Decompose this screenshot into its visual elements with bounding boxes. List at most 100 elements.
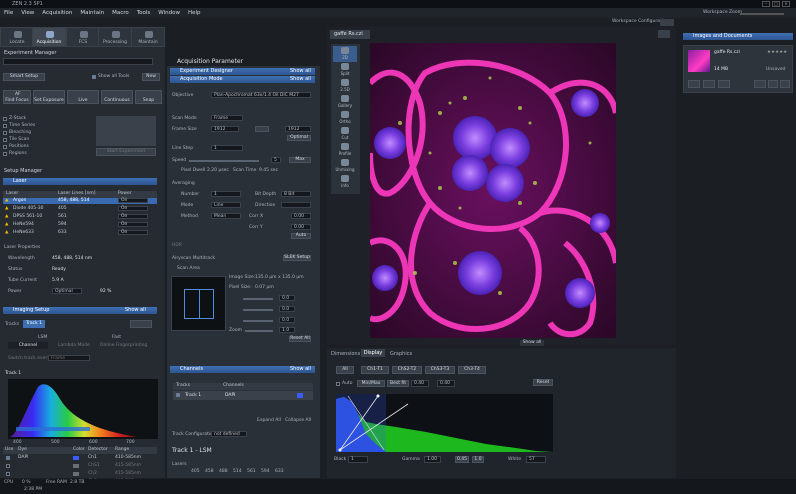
view-cut[interactable]: Cut bbox=[333, 126, 357, 142]
rating-stars[interactable]: ★★★★★ bbox=[767, 50, 787, 55]
dye-row[interactable]: ChS1 415-585nm bbox=[3, 463, 157, 469]
power-select[interactable]: Optimal bbox=[52, 288, 82, 294]
z-stack-checkbox[interactable] bbox=[3, 117, 7, 121]
maximize-button[interactable]: □ bbox=[772, 1, 780, 7]
fast-mode[interactable]: Fast bbox=[112, 335, 121, 340]
expand-all-button[interactable]: Expand All bbox=[257, 418, 281, 423]
document-thumbnail[interactable] bbox=[688, 50, 710, 72]
track-config-select[interactable]: not defined bbox=[211, 431, 247, 437]
table-row[interactable]: ▲ HeNe594 594 On bbox=[3, 222, 157, 228]
gamma-1-button[interactable]: 1.0 bbox=[472, 456, 484, 463]
grid-view-icon[interactable] bbox=[754, 80, 766, 88]
detector-range-bar[interactable] bbox=[16, 427, 90, 431]
zoom-slider[interactable] bbox=[245, 330, 273, 332]
view-2d[interactable]: 2D bbox=[333, 46, 357, 62]
tab-locate[interactable]: Locate bbox=[0, 27, 34, 47]
document-card[interactable]: gaffe Rs.czi ★★★★★ 14 MB Unsaved bbox=[683, 45, 793, 93]
offset-x-slider[interactable] bbox=[243, 298, 273, 300]
save-icon[interactable] bbox=[688, 80, 700, 88]
channel-tab-ch3[interactable]: Ch3-T4 bbox=[458, 366, 486, 374]
averaging-method-select[interactable]: Mean bbox=[211, 213, 241, 219]
dye-row[interactable]: DAPI Ch1 410-585nm bbox=[3, 455, 157, 461]
image-document-tab[interactable]: gaffe Rs.czi bbox=[330, 30, 370, 39]
menu-icon[interactable] bbox=[780, 80, 790, 88]
close-button[interactable]: × bbox=[782, 1, 790, 7]
frame-height-input[interactable]: 1912 bbox=[285, 126, 311, 132]
live-button[interactable]: Live bbox=[67, 90, 99, 104]
sort-icon[interactable] bbox=[768, 80, 778, 88]
view-profile[interactable]: Profile bbox=[333, 142, 357, 158]
scan-area-preview[interactable] bbox=[171, 276, 226, 331]
table-row[interactable]: ▲ DPSS 561-10 561 On bbox=[3, 214, 157, 220]
direction-select[interactable] bbox=[281, 202, 311, 208]
gamma-045-button[interactable]: 0.45 bbox=[455, 456, 469, 463]
show-all-tools-checkbox[interactable] bbox=[92, 75, 96, 79]
channel-tab-chs2[interactable]: ChS2-T2 bbox=[392, 366, 422, 374]
view-split[interactable]: Split bbox=[333, 62, 357, 78]
menu-window[interactable]: Window bbox=[154, 8, 184, 18]
best-fit-low-input[interactable]: 0.40 bbox=[411, 380, 429, 387]
menu-macro[interactable]: Macro bbox=[108, 8, 133, 18]
speed-input[interactable]: 5 bbox=[271, 157, 281, 163]
tab-fcs[interactable]: FCS bbox=[66, 27, 100, 47]
channel-tab-all[interactable]: All bbox=[336, 366, 354, 374]
acquisition-mode-header[interactable]: Acquisition Mode Show all bbox=[170, 76, 315, 83]
time-series-checkbox[interactable] bbox=[3, 124, 7, 128]
averaging-mode-select[interactable]: Line bbox=[211, 202, 241, 208]
open-icon[interactable] bbox=[718, 80, 730, 88]
start-experiment-button[interactable]: Start Experiment bbox=[96, 148, 156, 156]
best-fit-high-input[interactable]: 0.40 bbox=[437, 380, 455, 387]
speed-slider[interactable] bbox=[189, 160, 259, 162]
menu-view[interactable]: View bbox=[17, 8, 38, 18]
table-row[interactable]: ▲ Argon 458, 488, 514 On bbox=[3, 198, 157, 204]
regions-checkbox[interactable] bbox=[3, 152, 7, 156]
reset-all-button[interactable]: Reset All bbox=[289, 336, 311, 342]
objective-select[interactable]: Plan-Apochromat 63x/1.4 Oil DIC M27 bbox=[211, 92, 311, 98]
find-focus-button[interactable]: AF Find Focus bbox=[3, 90, 31, 104]
scan-mode-select[interactable]: Frame bbox=[211, 115, 243, 121]
online-fingerprinting-tab[interactable]: Online Fingerprinting bbox=[100, 343, 147, 348]
channel-track-row[interactable]: Track 1 DAPI bbox=[173, 391, 313, 400]
tab-processing[interactable]: Processing bbox=[98, 27, 132, 47]
switch-track-select[interactable]: Frame bbox=[48, 355, 90, 361]
laser-line-488[interactable]: 488 bbox=[219, 469, 228, 474]
airyscan-setup-button[interactable]: SLEK Setup bbox=[283, 255, 311, 261]
best-fit-button[interactable]: Best fit bbox=[387, 380, 409, 387]
dye-row[interactable]: Ch2 415-585nm bbox=[3, 471, 157, 477]
tile-scan-checkbox[interactable] bbox=[3, 138, 7, 142]
snap-button[interactable]: Snap bbox=[135, 90, 162, 104]
corr-x-input[interactable]: 0.00 bbox=[291, 213, 311, 219]
tab-acquisition[interactable]: Acquisition bbox=[32, 27, 66, 47]
channel-tab-chs3[interactable]: ChS3-T3 bbox=[425, 366, 455, 374]
lambda-mode-tab[interactable]: Lambda Mode bbox=[58, 343, 90, 348]
rotation-input[interactable]: 0.0 bbox=[279, 317, 295, 323]
tab-maintain[interactable]: Maintain bbox=[131, 27, 165, 47]
continuous-button[interactable]: Continuous bbox=[101, 90, 133, 104]
minimize-button[interactable]: – bbox=[762, 1, 770, 7]
view-unmixing[interactable]: Unmixing bbox=[333, 158, 357, 174]
lsm-mode[interactable]: LSM bbox=[38, 335, 47, 340]
bit-depth-select[interactable]: 8 Bit bbox=[281, 191, 311, 197]
experiment-select[interactable] bbox=[3, 58, 153, 65]
corr-y-input[interactable]: 0.00 bbox=[291, 224, 311, 230]
view-2-5d[interactable]: 2.5D bbox=[333, 78, 357, 94]
auto-corr-button[interactable]: Auto bbox=[291, 233, 311, 239]
workspace-config-button[interactable] bbox=[660, 19, 674, 26]
frame-size-link-button[interactable] bbox=[255, 126, 269, 132]
histogram[interactable] bbox=[336, 394, 553, 452]
view-info[interactable]: Info bbox=[333, 174, 357, 190]
min-max-button[interactable]: Min/Max bbox=[357, 380, 385, 387]
menu-acquisition[interactable]: Acquisition bbox=[38, 8, 76, 18]
tab-dimensions[interactable]: Dimensions bbox=[331, 351, 360, 357]
experiment-designer-header[interactable]: Experiment Designer Show all bbox=[170, 68, 315, 75]
averaging-number-select[interactable]: 1 bbox=[211, 191, 241, 197]
track-add-button[interactable] bbox=[130, 320, 152, 328]
show-all-toggle[interactable]: Show all bbox=[520, 340, 544, 346]
gamma-input[interactable]: 1.00 bbox=[424, 456, 441, 463]
images-documents-header[interactable]: Images and Documents bbox=[683, 33, 793, 40]
line-step-select[interactable]: 1 bbox=[211, 145, 243, 151]
imaging-setup-header[interactable]: Imaging Setup Show all bbox=[3, 307, 157, 314]
optimal-button[interactable]: Optimal bbox=[287, 135, 311, 141]
tab-graphics[interactable]: Graphics bbox=[390, 351, 412, 357]
menu-file[interactable]: File bbox=[0, 8, 17, 18]
